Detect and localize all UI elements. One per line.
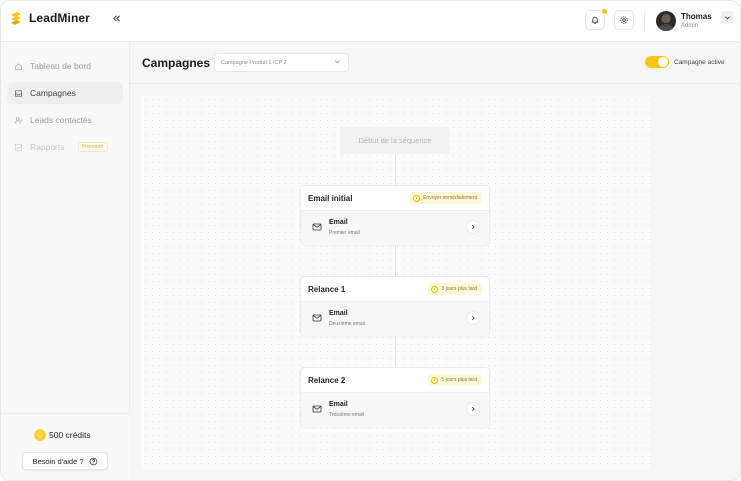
mail-icon	[312, 223, 322, 231]
campaign-active-control: Campagne active	[645, 56, 725, 68]
sidebar-item-label: Leads contactés	[30, 115, 92, 125]
open-step-button[interactable]	[466, 311, 480, 325]
step-header: Email initial Envoyer immédiatement	[301, 186, 489, 211]
home-icon	[13, 61, 23, 71]
user-check-icon	[13, 115, 23, 125]
collapse-sidebar-button[interactable]	[109, 11, 123, 25]
toggle-label: Campagne active	[674, 58, 725, 66]
chevron-down-icon	[334, 58, 341, 67]
sidebar: Tableau de bord Campagnes Leads contacté…	[1, 42, 130, 480]
chart-icon	[13, 142, 23, 152]
step-delay-label: Envoyer immédiatement	[423, 195, 477, 201]
credits-display: 500 crédits	[35, 430, 91, 440]
sidebar-footer: 500 crédits Besoin d'aide ?	[1, 413, 130, 480]
step-delay-badge: 3 jours plus tard	[428, 283, 482, 295]
connector-line	[395, 336, 396, 367]
chevron-right-icon	[471, 315, 475, 321]
clock-icon	[431, 285, 439, 293]
sidebar-item-label: Campagnes	[30, 88, 76, 98]
credits-label: 500 crédits	[49, 430, 91, 440]
clock-icon	[413, 194, 421, 202]
sidebar-item-label: Rapports	[30, 142, 65, 152]
sidebar-item-campaigns[interactable]: Campagnes	[7, 82, 123, 104]
sidebar-item-leads[interactable]: Leads contactés	[7, 109, 123, 131]
open-step-button[interactable]	[466, 220, 480, 234]
settings-button[interactable]	[614, 10, 634, 30]
step-type: Email	[329, 310, 348, 317]
sequence-canvas: Début de la séquence Email initial Envoy…	[142, 96, 650, 470]
app-window: LeadMiner Thomas Admin Tableau de bord C…	[0, 0, 741, 481]
avatar[interactable]	[656, 11, 676, 31]
chevron-right-icon	[471, 224, 475, 230]
step-type: Email	[329, 401, 348, 408]
connector-line	[395, 245, 396, 276]
step-header: Relance 1 3 jours plus tard	[301, 277, 489, 302]
user-name: Thomas	[681, 12, 712, 21]
step-subtitle: Premier email	[329, 230, 360, 236]
step-email-row[interactable]: Email Deuxième email	[301, 302, 489, 336]
help-button[interactable]: Besoin d'aide ?	[22, 452, 108, 470]
logo[interactable]: LeadMiner	[9, 11, 90, 25]
step-type: Email	[329, 219, 348, 226]
brand-name: LeadMiner	[29, 11, 90, 25]
sidebar-item-dashboard[interactable]: Tableau de bord	[7, 55, 123, 77]
help-circle-icon	[89, 457, 97, 465]
sequence-start-node: Début de la séquence	[340, 127, 450, 154]
content-divider	[130, 83, 740, 84]
chevron-down-icon	[725, 16, 730, 20]
page-title: Campagnes	[142, 56, 211, 70]
inbox-icon	[13, 88, 23, 98]
step-title: Email initial	[308, 194, 353, 203]
bell-icon	[591, 16, 599, 25]
step-delay-label: 5 jours plus tard	[441, 377, 477, 383]
open-step-button[interactable]	[466, 402, 480, 416]
notifications-button[interactable]	[585, 8, 608, 30]
sequence-step: Relance 2 5 jours plus tard Email Troisi…	[300, 367, 490, 427]
coin-icon	[35, 430, 45, 440]
step-delay-badge: Envoyer immédiatement	[410, 192, 482, 204]
campaign-select[interactable]: Campagne Produit 1 ICP 2	[214, 53, 349, 72]
campaign-active-toggle[interactable]	[645, 56, 669, 68]
chevron-right-icon	[471, 406, 475, 412]
premium-badge: Premium	[77, 142, 108, 152]
step-subtitle: Deuxième email	[329, 321, 365, 327]
step-delay-label: 3 jours plus tard	[441, 286, 477, 292]
mail-icon	[312, 405, 322, 413]
campaign-select-value: Campagne Produit 1 ICP 2	[221, 59, 287, 66]
step-email-row[interactable]: Email Premier email	[301, 211, 489, 245]
step-delay-badge: 5 jours plus tard	[428, 374, 482, 386]
help-label: Besoin d'aide ?	[32, 456, 84, 466]
connector-line	[395, 154, 396, 185]
mail-icon	[312, 314, 322, 322]
step-subtitle: Troisième email	[329, 412, 365, 418]
notification-dot	[601, 8, 608, 15]
top-bar: LeadMiner Thomas Admin	[1, 1, 740, 42]
step-title: Relance 2	[308, 376, 346, 385]
user-role: Admin	[681, 23, 699, 29]
user-menu-button[interactable]	[721, 11, 734, 24]
sidebar-item-reports[interactable]: Rapports Premium	[7, 136, 123, 158]
sequence-step: Relance 1 3 jours plus tard Email Deuxiè…	[300, 276, 490, 336]
chevrons-left-icon	[112, 14, 120, 22]
step-header: Relance 2 5 jours plus tard	[301, 368, 489, 393]
sidebar-item-label: Tableau de bord	[30, 61, 91, 71]
header-divider	[644, 11, 645, 31]
main-content: Campagnes Campagne Produit 1 ICP 2 Campa…	[130, 42, 740, 480]
step-email-row[interactable]: Email Troisième email	[301, 393, 489, 427]
clock-icon	[431, 376, 439, 384]
gear-icon	[620, 16, 628, 24]
step-title: Relance 1	[308, 285, 346, 294]
sequence-step: Email initial Envoyer immédiatement Emai…	[300, 185, 490, 245]
logo-icon	[11, 12, 21, 25]
